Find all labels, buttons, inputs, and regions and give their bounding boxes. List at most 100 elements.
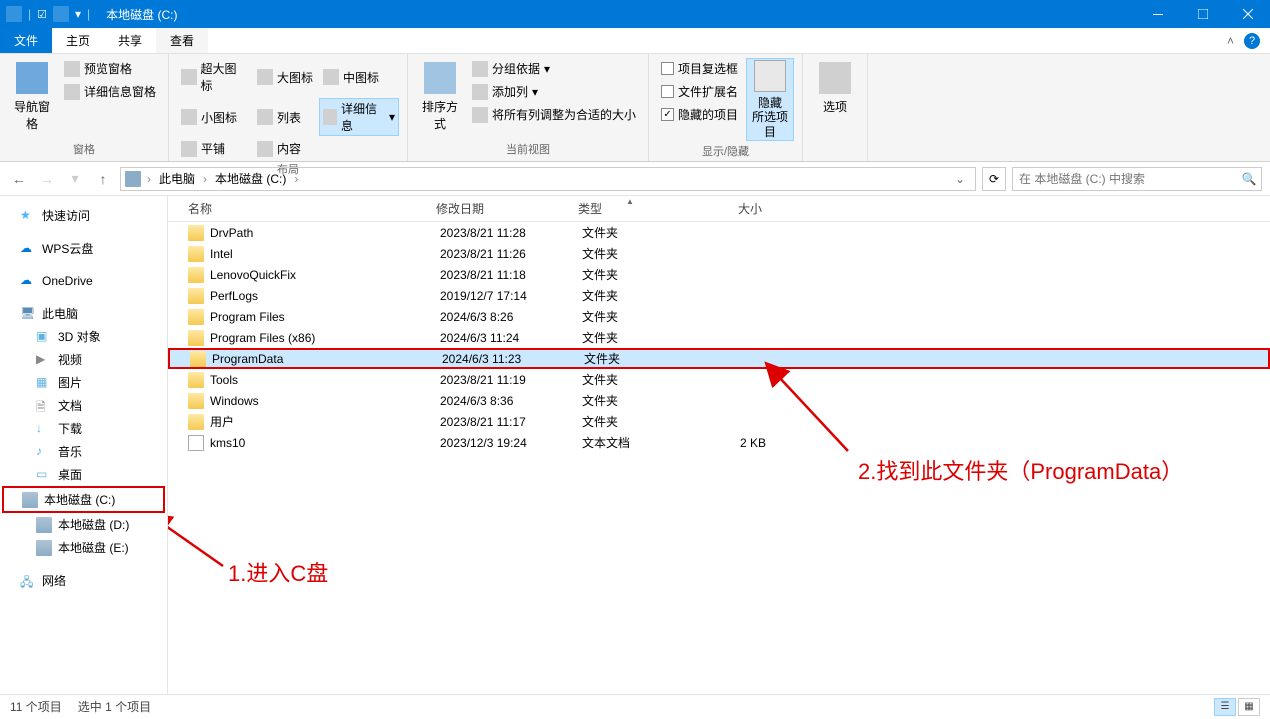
hide-selected-button[interactable]: 隐藏 所选项目 — [746, 58, 794, 141]
search-icon[interactable]: 🔍 — [1237, 172, 1261, 186]
file-row[interactable]: DrvPath2023/8/21 11:28文件夹 — [168, 222, 1270, 243]
sort-by-button[interactable]: 排序方式 — [416, 58, 464, 139]
qat-checkbox-icon[interactable]: ☑ — [37, 8, 47, 21]
up-button[interactable]: ↑ — [92, 168, 114, 190]
breadcrumb-dropdown[interactable]: ⌄ — [949, 172, 971, 186]
tab-home[interactable]: 主页 — [52, 28, 104, 53]
back-button[interactable]: ← — [8, 168, 30, 190]
size-all-columns-button[interactable]: 将所有列调整为合适的大小 — [468, 104, 640, 125]
sidebar-3d-objects[interactable]: ▣3D 对象 — [0, 325, 167, 348]
file-row[interactable]: Windows2024/6/3 8:36文件夹 — [168, 390, 1270, 411]
breadcrumb-drive-c[interactable]: 本地磁盘 (C:) — [209, 168, 292, 190]
tab-share[interactable]: 共享 — [104, 28, 156, 53]
xl-icons-icon — [181, 69, 197, 85]
sidebar-drive-d[interactable]: 本地磁盘 (D:) — [0, 513, 167, 536]
hide-icon — [754, 60, 786, 92]
sidebar-downloads[interactable]: ↓下载 — [0, 417, 167, 440]
add-columns-button[interactable]: 添加列 ▾ — [468, 81, 640, 102]
breadcrumb-this-pc[interactable]: 此电脑 — [153, 168, 201, 190]
qat-expand-icon[interactable]: ▾ — [75, 7, 81, 21]
layout-tiles[interactable]: 平铺 — [177, 138, 251, 159]
add-columns-icon — [472, 84, 488, 100]
column-name[interactable]: 名称 — [180, 200, 428, 217]
file-row[interactable]: ProgramData2024/6/3 11:23文件夹 — [168, 348, 1270, 369]
breadcrumb-sep[interactable]: › — [201, 172, 209, 186]
tab-view[interactable]: 查看 — [156, 28, 208, 53]
nav-pane-button[interactable]: 导航窗格 — [8, 58, 56, 139]
layout-s-icons[interactable]: 小图标 — [177, 98, 251, 136]
folder-icon — [188, 309, 204, 325]
folder-icon — [188, 288, 204, 304]
sidebar-desktop[interactable]: ▭桌面 — [0, 463, 167, 486]
file-row[interactable]: Program Files2024/6/3 8:26文件夹 — [168, 306, 1270, 327]
folder-icon — [190, 351, 206, 367]
search-input[interactable] — [1013, 172, 1237, 186]
preview-pane-button[interactable]: 预览窗格 — [60, 58, 160, 79]
layout-details[interactable]: 详细信息▾ — [319, 98, 399, 136]
file-type: 文件夹 — [574, 224, 694, 241]
file-row[interactable]: PerfLogs2019/12/7 17:14文件夹 — [168, 285, 1270, 306]
breadcrumb-sep[interactable]: › — [292, 172, 300, 186]
sidebar-drive-c[interactable]: 本地磁盘 (C:) — [2, 486, 165, 513]
file-row[interactable]: 用户2023/8/21 11:17文件夹 — [168, 411, 1270, 432]
sidebar-this-pc[interactable]: 🖥此电脑 — [0, 302, 167, 325]
view-details-button[interactable]: ☰ — [1214, 698, 1236, 716]
sidebar-documents[interactable]: 🗎文档 — [0, 394, 167, 417]
group-label-options — [811, 143, 859, 161]
view-icons-button[interactable]: ▦ — [1238, 698, 1260, 716]
close-button[interactable] — [1225, 0, 1270, 28]
column-size[interactable]: 大小 — [690, 200, 770, 217]
file-row[interactable]: Tools2023/8/21 11:19文件夹 — [168, 369, 1270, 390]
sidebar-music[interactable]: ♪音乐 — [0, 440, 167, 463]
qat-separator: | — [87, 7, 90, 21]
minimize-button[interactable] — [1135, 0, 1180, 28]
layout-l-icons[interactable]: 大图标 — [253, 58, 317, 96]
column-date[interactable]: 修改日期 — [428, 200, 570, 217]
annotation-1: 1.进入C盘 — [228, 556, 328, 588]
column-type[interactable]: ▲类型 — [570, 200, 690, 217]
file-type: 文件夹 — [576, 350, 696, 367]
checkbox-checked-icon: ✓ — [661, 108, 674, 121]
sidebar-drive-e[interactable]: 本地磁盘 (E:) — [0, 536, 167, 559]
file-type: 文件夹 — [574, 287, 694, 304]
breadcrumb-sep[interactable]: › — [145, 172, 153, 186]
file-date: 2023/8/21 11:19 — [432, 373, 574, 387]
qat-separator: | — [28, 7, 31, 21]
file-row[interactable]: Program Files (x86)2024/6/3 11:24文件夹 — [168, 327, 1270, 348]
options-button[interactable]: 选项 — [811, 58, 859, 143]
file-row[interactable]: Intel2023/8/21 11:26文件夹 — [168, 243, 1270, 264]
forward-button[interactable]: → — [36, 168, 58, 190]
layout-m-icons[interactable]: 中图标 — [319, 58, 383, 96]
qat-folder-icon[interactable] — [53, 6, 69, 22]
item-checkboxes-toggle[interactable]: 项目复选框 — [657, 58, 742, 79]
group-by-button[interactable]: 分组依据 ▾ — [468, 58, 640, 79]
layout-list[interactable]: 列表 — [253, 98, 317, 136]
search-box[interactable]: 🔍 — [1012, 167, 1262, 191]
sidebar-videos[interactable]: ▶视频 — [0, 348, 167, 371]
details-pane-button[interactable]: 详细信息窗格 — [60, 81, 160, 102]
window-title: 本地磁盘 (C:) — [96, 6, 187, 23]
sidebar-pictures[interactable]: ▦图片 — [0, 371, 167, 394]
maximize-button[interactable] — [1180, 0, 1225, 28]
layout-content[interactable]: 内容 — [253, 138, 317, 159]
sidebar-network[interactable]: 🖧网络 — [0, 569, 167, 592]
layout-xl-icons[interactable]: 超大图标 — [177, 58, 251, 96]
file-row[interactable]: kms102023/12/3 19:24文本文档2 KB — [168, 432, 1270, 453]
ribbon-collapse-icon[interactable]: ˄ — [1227, 34, 1234, 48]
hidden-items-toggle[interactable]: ✓隐藏的项目 — [657, 104, 742, 125]
sidebar-quick-access[interactable]: ★快速访问 — [0, 204, 167, 227]
chevron-down-icon: ▾ — [389, 110, 395, 124]
sidebar-onedrive[interactable]: ☁OneDrive — [0, 270, 167, 292]
help-button[interactable]: ? — [1244, 33, 1260, 49]
breadcrumb[interactable]: › 此电脑 › 本地磁盘 (C:) › ⌄ — [120, 167, 976, 191]
history-button[interactable]: ▾ — [64, 168, 86, 190]
file-date: 2023/8/21 11:26 — [432, 247, 574, 261]
file-date: 2024/6/3 8:36 — [432, 394, 574, 408]
tab-file[interactable]: 文件 — [0, 28, 52, 53]
sidebar-wps-cloud[interactable]: ☁WPS云盘 — [0, 237, 167, 260]
file-row[interactable]: LenovoQuickFix2023/8/21 11:18文件夹 — [168, 264, 1270, 285]
folder-icon — [188, 246, 204, 262]
file-ext-toggle[interactable]: 文件扩展名 — [657, 81, 742, 102]
music-icon: ♪ — [36, 444, 52, 460]
refresh-button[interactable]: ⟳ — [982, 167, 1006, 191]
